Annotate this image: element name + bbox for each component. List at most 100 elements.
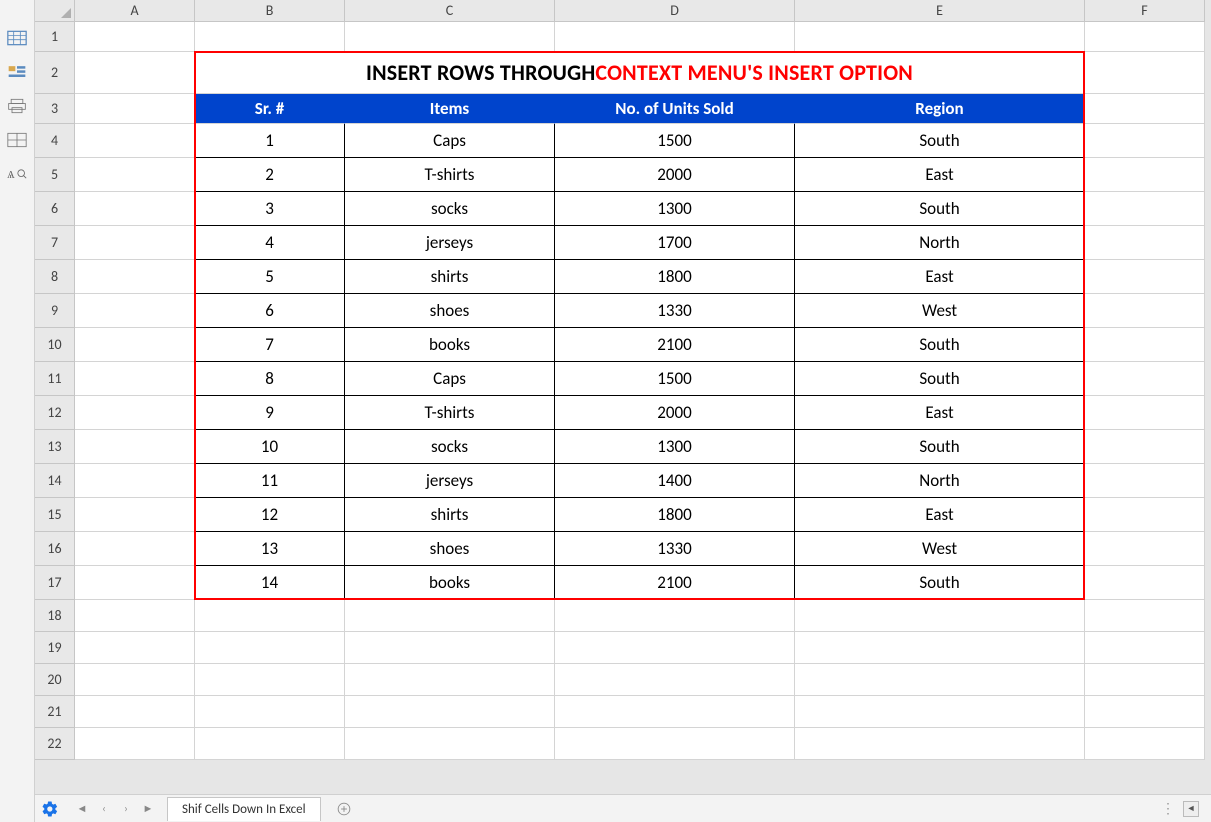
cell[interactable] bbox=[555, 728, 795, 760]
data-cell-region[interactable]: East bbox=[795, 158, 1085, 192]
cell[interactable] bbox=[75, 728, 195, 760]
row-header-14[interactable]: 14 bbox=[35, 464, 75, 498]
row-header-3[interactable]: 3 bbox=[35, 94, 75, 124]
cell[interactable] bbox=[1085, 52, 1205, 94]
cell[interactable] bbox=[75, 52, 195, 94]
data-cell-region[interactable]: North bbox=[795, 226, 1085, 260]
column-header-E[interactable]: E bbox=[795, 0, 1085, 22]
data-cell-items[interactable]: shoes bbox=[345, 294, 555, 328]
data-cell-units[interactable]: 1800 bbox=[555, 498, 795, 532]
data-cell-sr[interactable]: 7 bbox=[195, 328, 345, 362]
data-cell-units[interactable]: 1330 bbox=[555, 294, 795, 328]
cell[interactable] bbox=[795, 632, 1085, 664]
table-header-region[interactable]: Region bbox=[795, 94, 1085, 124]
table-header-items[interactable]: Items bbox=[345, 94, 555, 124]
cell[interactable] bbox=[1085, 226, 1205, 260]
cell[interactable] bbox=[1085, 430, 1205, 464]
row-header-1[interactable]: 1 bbox=[35, 22, 75, 52]
data-cell-units[interactable]: 1330 bbox=[555, 532, 795, 566]
row-header-10[interactable]: 10 bbox=[35, 328, 75, 362]
data-cell-sr[interactable]: 12 bbox=[195, 498, 345, 532]
tab-nav-next[interactable]: › bbox=[115, 798, 137, 820]
cell[interactable] bbox=[1085, 260, 1205, 294]
cell[interactable] bbox=[795, 600, 1085, 632]
data-cell-region[interactable]: West bbox=[795, 294, 1085, 328]
cell[interactable] bbox=[1085, 600, 1205, 632]
data-cell-region[interactable]: South bbox=[795, 328, 1085, 362]
data-cell-units[interactable]: 2100 bbox=[555, 566, 795, 600]
title-cell[interactable]: INSERT ROWS THROUGH CONTEXT MENU'S INSER… bbox=[195, 52, 1085, 94]
column-header-D[interactable]: D bbox=[555, 0, 795, 22]
cell[interactable] bbox=[1085, 22, 1205, 52]
cell[interactable] bbox=[75, 566, 195, 600]
tab-nav-last[interactable]: ► bbox=[137, 798, 159, 820]
data-cell-units[interactable]: 2100 bbox=[555, 328, 795, 362]
cell[interactable] bbox=[795, 728, 1085, 760]
data-cell-items[interactable]: jerseys bbox=[345, 226, 555, 260]
data-cell-sr[interactable]: 14 bbox=[195, 566, 345, 600]
cell[interactable] bbox=[75, 94, 195, 124]
print-tool-icon[interactable] bbox=[7, 98, 27, 114]
cell[interactable] bbox=[345, 696, 555, 728]
cell[interactable] bbox=[195, 632, 345, 664]
cell[interactable] bbox=[1085, 464, 1205, 498]
settings-gear-icon[interactable] bbox=[41, 800, 59, 818]
cell[interactable] bbox=[75, 632, 195, 664]
data-cell-units[interactable]: 1300 bbox=[555, 192, 795, 226]
cell[interactable] bbox=[75, 124, 195, 158]
cell[interactable] bbox=[1085, 158, 1205, 192]
table-header-sr[interactable]: Sr. # bbox=[195, 94, 345, 124]
row-header-19[interactable]: 19 bbox=[35, 632, 75, 664]
cell[interactable] bbox=[75, 158, 195, 192]
cell[interactable] bbox=[555, 632, 795, 664]
data-cell-items[interactable]: T-shirts bbox=[345, 396, 555, 430]
cell[interactable] bbox=[1085, 94, 1205, 124]
row-header-20[interactable]: 20 bbox=[35, 664, 75, 696]
data-cell-region[interactable]: West bbox=[795, 532, 1085, 566]
cell[interactable] bbox=[555, 664, 795, 696]
cell[interactable] bbox=[345, 600, 555, 632]
row-header-22[interactable]: 22 bbox=[35, 728, 75, 760]
select-all-corner[interactable] bbox=[35, 0, 75, 22]
data-cell-items[interactable]: books bbox=[345, 328, 555, 362]
cell[interactable] bbox=[75, 294, 195, 328]
cell[interactable] bbox=[1085, 632, 1205, 664]
data-cell-region[interactable]: East bbox=[795, 260, 1085, 294]
tab-nav-prev[interactable]: ‹ bbox=[93, 798, 115, 820]
data-cell-units[interactable]: 1300 bbox=[555, 430, 795, 464]
data-cell-units[interactable]: 1800 bbox=[555, 260, 795, 294]
data-cell-items[interactable]: shirts bbox=[345, 260, 555, 294]
data-cell-sr[interactable]: 2 bbox=[195, 158, 345, 192]
cell[interactable] bbox=[345, 22, 555, 52]
cell[interactable] bbox=[345, 664, 555, 696]
row-header-5[interactable]: 5 bbox=[35, 158, 75, 192]
data-cell-items[interactable]: shoes bbox=[345, 532, 555, 566]
cell[interactable] bbox=[75, 498, 195, 532]
data-cell-items[interactable]: socks bbox=[345, 430, 555, 464]
cell[interactable] bbox=[555, 600, 795, 632]
cell[interactable] bbox=[75, 22, 195, 52]
cell[interactable] bbox=[195, 600, 345, 632]
tab-nav-first[interactable]: ◄ bbox=[71, 798, 93, 820]
cell[interactable] bbox=[75, 464, 195, 498]
row-header-18[interactable]: 18 bbox=[35, 600, 75, 632]
data-cell-items[interactable]: shirts bbox=[345, 498, 555, 532]
cell[interactable] bbox=[555, 696, 795, 728]
data-cell-sr[interactable]: 11 bbox=[195, 464, 345, 498]
cell[interactable] bbox=[555, 22, 795, 52]
data-cell-items[interactable]: Caps bbox=[345, 124, 555, 158]
column-header-A[interactable]: A bbox=[75, 0, 195, 22]
cell[interactable] bbox=[195, 728, 345, 760]
data-cell-units[interactable]: 1700 bbox=[555, 226, 795, 260]
data-cell-sr[interactable]: 13 bbox=[195, 532, 345, 566]
table-tool-icon[interactable] bbox=[7, 132, 27, 148]
cell[interactable] bbox=[75, 600, 195, 632]
cell[interactable] bbox=[75, 226, 195, 260]
data-cell-region[interactable]: North bbox=[795, 464, 1085, 498]
cell[interactable] bbox=[1085, 696, 1205, 728]
sheet-tab-active[interactable]: Shif Cells Down In Excel bbox=[167, 797, 321, 821]
data-cell-sr[interactable]: 1 bbox=[195, 124, 345, 158]
data-cell-sr[interactable]: 4 bbox=[195, 226, 345, 260]
row-header-4[interactable]: 4 bbox=[35, 124, 75, 158]
column-header-B[interactable]: B bbox=[195, 0, 345, 22]
